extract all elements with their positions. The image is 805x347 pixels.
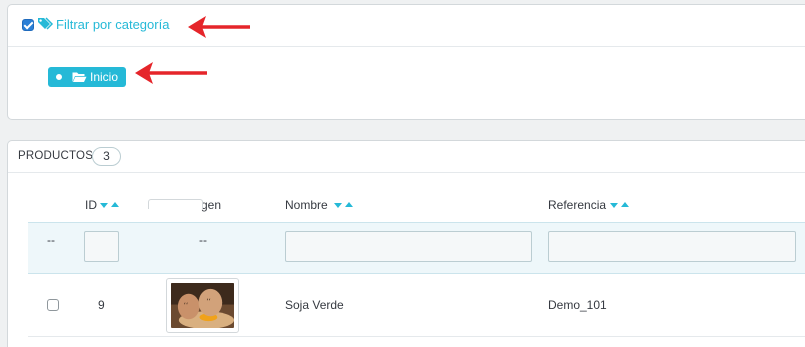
category-filter-panel: Filtrar por categoría Inicio	[7, 4, 805, 120]
product-thumbnail[interactable]: ‘‘ ‘‘	[166, 278, 239, 333]
filter-by-category-checkbox[interactable]	[22, 19, 34, 31]
products-panel: PRODUCTOS 3 ID Imagen Nombre Referencia …	[7, 140, 805, 347]
product-name: Soja Verde	[285, 298, 344, 312]
products-title: PRODUCTOS	[18, 150, 94, 162]
folder-open-icon	[72, 72, 87, 82]
sort-desc-icon[interactable]	[334, 203, 342, 208]
products-header: PRODUCTOS 3	[8, 141, 805, 173]
eggs-image: ‘‘ ‘‘	[171, 283, 234, 329]
annotation-arrow-icon	[188, 16, 250, 38]
products-count-badge: 3	[92, 147, 121, 166]
filter-name-input[interactable]	[285, 231, 532, 262]
table-row[interactable]: 9 ‘‘ ‘‘ Soja Verde Demo_101	[28, 275, 805, 337]
column-header-reference: Referencia	[548, 198, 607, 212]
sort-desc-icon[interactable]	[100, 203, 108, 208]
sort-asc-icon[interactable]	[345, 202, 353, 207]
category-tree-node-inicio[interactable]: Inicio	[48, 67, 126, 87]
product-reference: Demo_101	[548, 298, 607, 312]
annotation-arrow-icon	[135, 62, 207, 84]
sort-desc-icon[interactable]	[610, 203, 618, 208]
category-radio[interactable]	[56, 74, 62, 80]
image-dash: --	[199, 233, 207, 247]
filter-by-category-label[interactable]: Filtrar por categoría	[56, 17, 169, 32]
table-filter-row: -- --	[28, 222, 805, 274]
select-dash: --	[47, 233, 55, 247]
row-select-checkbox[interactable]	[47, 299, 59, 311]
column-header-name: Nombre	[285, 198, 328, 212]
column-header-id: ID	[85, 198, 97, 212]
tags-icon	[38, 17, 54, 30]
category-tree-label: Inicio	[90, 70, 119, 84]
filter-reference-input[interactable]	[548, 231, 796, 262]
product-thumbnail[interactable]	[148, 199, 203, 209]
product-id: 9	[98, 298, 105, 312]
svg-text:‘‘: ‘‘	[184, 301, 188, 309]
filter-header: Filtrar por categoría	[8, 5, 805, 47]
sort-asc-icon[interactable]	[111, 202, 119, 207]
sort-asc-icon[interactable]	[621, 202, 629, 207]
filter-id-input[interactable]	[84, 231, 119, 262]
svg-text:‘‘: ‘‘	[206, 298, 210, 306]
